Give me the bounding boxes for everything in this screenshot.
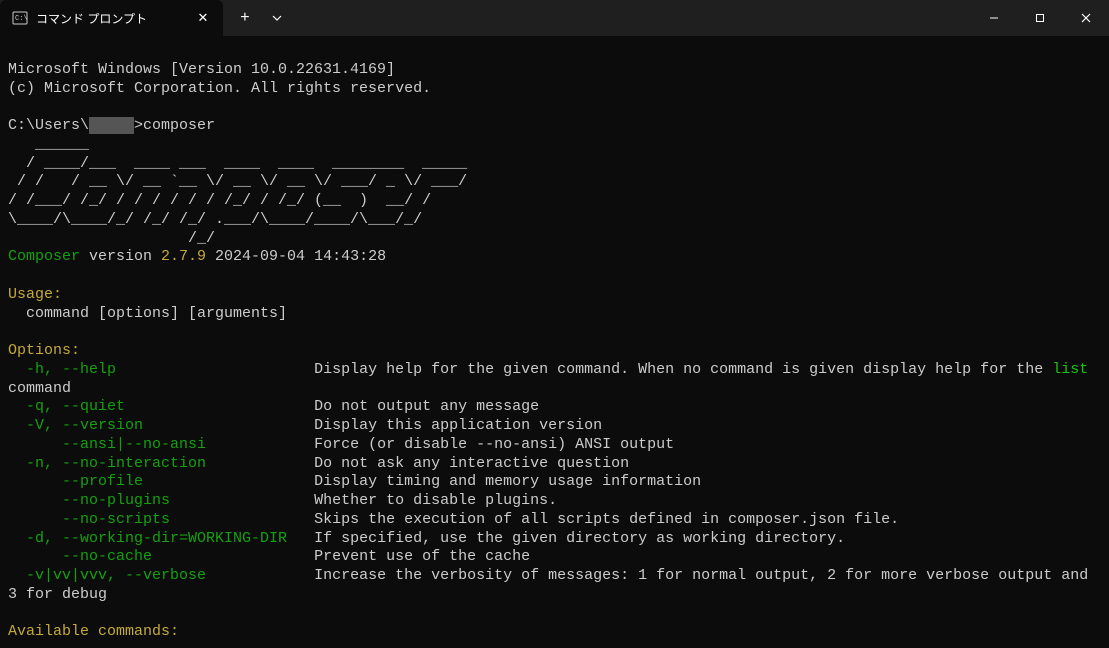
opt-flags: --no-cache (8, 548, 152, 565)
opt-pad (143, 417, 314, 434)
opt-desc: Skips the execution of all scripts defin… (314, 511, 899, 528)
tab-title: コマンド プロンプト (36, 10, 147, 27)
opt-desc: Display help for the given command. When… (314, 361, 1052, 378)
svg-text:C:\: C:\ (15, 15, 28, 23)
usage-line: command [options] [arguments] (8, 305, 287, 322)
prompt-path-prefix: C:\Users\ (8, 117, 89, 134)
ascii-line: ______ (8, 136, 89, 153)
tab-dropdown-button[interactable] (261, 2, 293, 34)
minimize-button[interactable] (971, 0, 1017, 36)
prompt-path-suffix: > (134, 117, 143, 134)
ascii-line: / / / __ \/ __ `__ \/ __ \/ __ \/ ___/ _… (8, 173, 467, 190)
available-commands-header: Available commands: (8, 623, 179, 640)
opt-flags: -V, --version (8, 417, 143, 434)
opt-flags: -n, --no-interaction (8, 455, 206, 472)
opt-desc: 3 for debug (8, 586, 107, 603)
composer-date: 2024-09-04 14:43:28 (206, 248, 386, 265)
tab-active[interactable]: C:\ コマンド プロンプト ✕ (0, 0, 223, 36)
close-button[interactable] (1063, 0, 1109, 36)
composer-version: 2.7.9 (161, 248, 206, 265)
new-tab-button[interactable]: + (229, 2, 261, 34)
opt-desc-hl: list (1052, 361, 1088, 378)
opt-desc: Force (or disable --no-ansi) ANSI output (314, 436, 674, 453)
opt-pad (143, 473, 314, 490)
ascii-line: / ____/___ ____ ___ ____ ____ ________ _… (8, 155, 467, 172)
opt-desc: Do not output any message (314, 398, 539, 415)
terminal-output[interactable]: Microsoft Windows [Version 10.0.22631.41… (0, 36, 1109, 648)
options-header: Options: (8, 342, 80, 359)
maximize-button[interactable] (1017, 0, 1063, 36)
tab-close-button[interactable]: ✕ (195, 10, 211, 26)
prompt-user-mask (89, 117, 134, 134)
opt-desc: Do not ask any interactive question (314, 455, 629, 472)
ascii-line: /_/ (8, 230, 215, 247)
opt-desc: Increase the verbosity of messages: 1 fo… (314, 567, 1088, 584)
opt-pad (170, 492, 314, 509)
opt-flags: -d, --working-dir=WORKING-DIR (8, 530, 287, 547)
prompt-command: composer (143, 117, 215, 134)
banner-line-1: Microsoft Windows [Version 10.0.22631.41… (8, 61, 395, 78)
opt-flags: --profile (8, 473, 143, 490)
opt-desc: Display timing and memory usage informat… (314, 473, 701, 490)
opt-desc: command (8, 380, 71, 397)
opt-pad (206, 455, 314, 472)
banner-line-2: (c) Microsoft Corporation. All rights re… (8, 80, 431, 97)
opt-flags: -v|vv|vvv, --verbose (8, 567, 206, 584)
version-word: version (80, 248, 161, 265)
window-controls (971, 0, 1109, 36)
opt-desc: Prevent use of the cache (314, 548, 530, 565)
usage-header: Usage: (8, 286, 62, 303)
cmd-icon: C:\ (12, 10, 28, 26)
opt-flags: --no-plugins (8, 492, 170, 509)
opt-desc: Whether to disable plugins. (314, 492, 557, 509)
opt-pad (170, 511, 314, 528)
opt-desc: Display this application version (314, 417, 602, 434)
opt-pad (206, 436, 314, 453)
opt-pad (152, 548, 314, 565)
opt-flags: --ansi|--no-ansi (8, 436, 206, 453)
opt-flags: -h, --help (8, 361, 116, 378)
ascii-line: \____/\____/_/ /_/ /_/ .___/\____/____/\… (8, 211, 422, 228)
opt-pad (287, 530, 314, 547)
opt-desc: If specified, use the given directory as… (314, 530, 845, 547)
composer-name: Composer (8, 248, 80, 265)
opt-flags: --no-scripts (8, 511, 170, 528)
opt-pad (125, 398, 314, 415)
ascii-line: / /___/ /_/ / / / / / / /_/ / /_/ (__ ) … (8, 192, 431, 209)
titlebar: C:\ コマンド プロンプト ✕ + (0, 0, 1109, 36)
opt-pad (206, 567, 314, 584)
opt-pad (116, 361, 314, 378)
opt-flags: -q, --quiet (8, 398, 125, 415)
